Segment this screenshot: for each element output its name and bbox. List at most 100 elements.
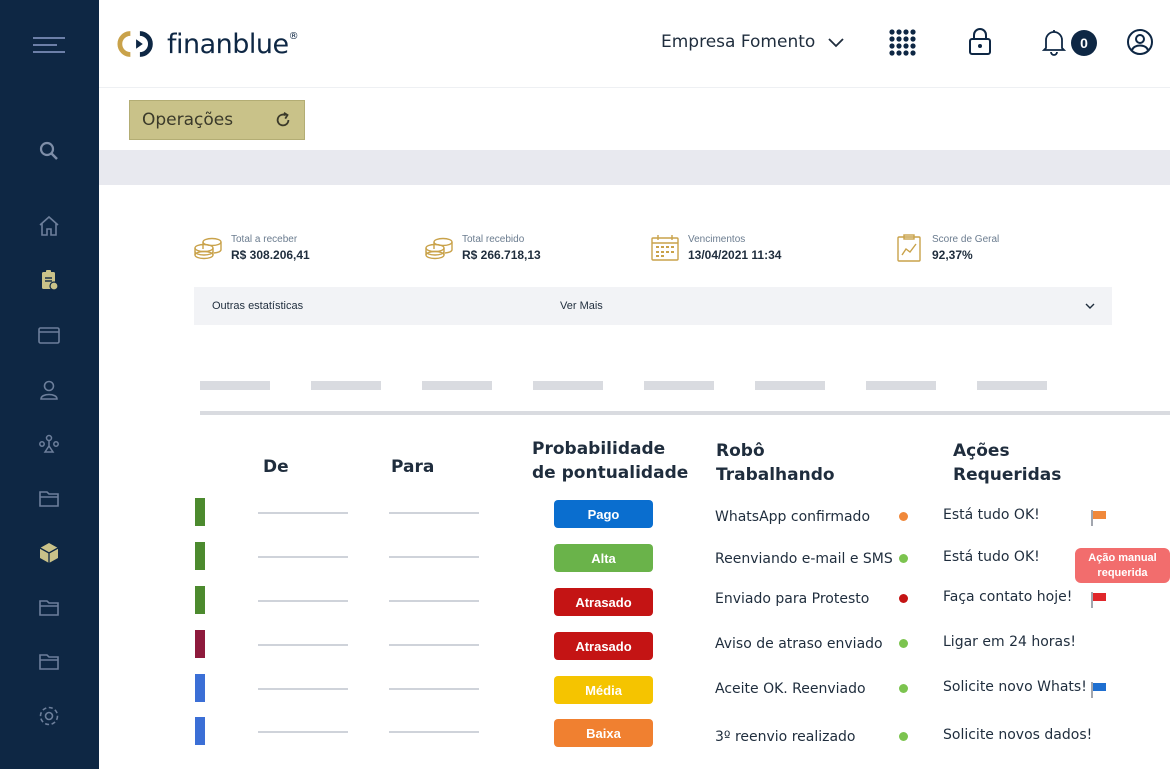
manual-action-tooltip: Ação manual requerida bbox=[1075, 548, 1170, 583]
user-icon[interactable] bbox=[36, 377, 62, 403]
robot-status-text: Reenviando e-mail e SMS bbox=[715, 551, 893, 567]
probability-badge: Atrasado bbox=[554, 632, 653, 660]
tooltip-line1: Ação manual bbox=[1088, 552, 1157, 564]
column-header-probability-line1: Probabilidade bbox=[532, 439, 666, 459]
flag-icon[interactable] bbox=[1090, 681, 1108, 699]
required-action-text: Solicite novos dados! bbox=[943, 727, 1093, 743]
robot-status-text: WhatsApp confirmado bbox=[715, 509, 871, 525]
required-action-text: Faça contato hoje! bbox=[943, 589, 1073, 605]
probability-badge: Alta bbox=[554, 544, 653, 572]
box-icon[interactable] bbox=[36, 540, 62, 566]
to-placeholder bbox=[389, 688, 479, 690]
to-placeholder bbox=[389, 644, 479, 646]
from-placeholder bbox=[258, 731, 348, 733]
robot-status-text: Aceite OK. Reenviado bbox=[715, 681, 866, 697]
profile-icon[interactable] bbox=[1125, 27, 1155, 57]
from-placeholder bbox=[258, 644, 348, 646]
column-header-actions-line1: Ações bbox=[953, 441, 1010, 461]
probability-badge: Baixa bbox=[554, 719, 653, 747]
row-status-bar bbox=[195, 717, 205, 745]
status-dot bbox=[899, 684, 908, 693]
tab-placeholder[interactable] bbox=[977, 381, 1047, 390]
coins-icon bbox=[194, 237, 222, 260]
folder-archive-icon[interactable] bbox=[36, 648, 62, 674]
flag-icon[interactable] bbox=[1090, 509, 1108, 527]
stat-value: R$ 266.718,13 bbox=[462, 248, 541, 262]
required-action-text: Solicite novo Whats! bbox=[943, 679, 1087, 695]
status-dot bbox=[899, 554, 908, 563]
tab-placeholder[interactable] bbox=[533, 381, 603, 390]
header: finanblue® Empresa Fomento 0 bbox=[99, 0, 1170, 88]
column-header-to: Para bbox=[391, 457, 435, 477]
company-selector[interactable]: Empresa Fomento bbox=[661, 32, 845, 52]
tab-placeholder[interactable] bbox=[422, 381, 492, 390]
robot-status-text: 3º reenvio realizado bbox=[715, 729, 856, 745]
folder-files-icon[interactable] bbox=[36, 594, 62, 620]
wallet-icon[interactable] bbox=[36, 322, 62, 348]
logo[interactable]: finanblue® bbox=[117, 22, 299, 66]
sidebar bbox=[0, 0, 99, 769]
flag-icon[interactable] bbox=[1090, 591, 1108, 609]
settings-icon[interactable] bbox=[36, 703, 62, 729]
bell-icon[interactable] bbox=[1039, 27, 1069, 57]
operations-button[interactable]: Operações bbox=[129, 100, 305, 140]
row-status-bar bbox=[195, 498, 205, 526]
probability-badge: Média bbox=[554, 676, 653, 704]
other-stats-bar[interactable]: Outras estatísticas Ver Mais bbox=[194, 287, 1112, 325]
required-action-text: Está tudo OK! bbox=[943, 507, 1040, 523]
tab-placeholder[interactable] bbox=[866, 381, 936, 390]
notification-count-badge[interactable]: 0 bbox=[1071, 30, 1097, 56]
from-placeholder bbox=[258, 600, 348, 602]
tab-placeholder[interactable] bbox=[311, 381, 381, 390]
probability-badge: Pago bbox=[554, 500, 653, 528]
tab-placeholder[interactable] bbox=[755, 381, 825, 390]
stat-label: Vencimentos bbox=[688, 234, 746, 245]
required-action-text: Está tudo OK! bbox=[943, 549, 1040, 565]
row-status-bar bbox=[195, 586, 205, 614]
probability-badge: Atrasado bbox=[554, 588, 653, 616]
status-dot bbox=[899, 512, 908, 521]
tab-placeholder[interactable] bbox=[644, 381, 714, 390]
column-header-actions: Ações Requeridas bbox=[953, 439, 1061, 487]
calendar-icon bbox=[651, 235, 679, 261]
robot-status-text: Enviado para Protesto bbox=[715, 591, 870, 607]
column-header-actions-line2: Requeridas bbox=[953, 465, 1062, 485]
menu-icon[interactable] bbox=[33, 32, 65, 58]
app: finanblue® Empresa Fomento 0 Operações T… bbox=[0, 0, 1170, 769]
status-dot bbox=[899, 732, 908, 741]
stat-label: Total a receber bbox=[231, 234, 298, 245]
column-header-robot-line2: Trabalhando bbox=[716, 465, 835, 485]
chevron-down-icon[interactable] bbox=[1084, 300, 1096, 312]
stat-label: Total recebido bbox=[462, 234, 525, 245]
tab-placeholder[interactable] bbox=[200, 381, 270, 390]
network-icon[interactable] bbox=[36, 431, 62, 457]
stat-value: R$ 308.206,41 bbox=[231, 248, 310, 262]
clipboard-icon[interactable] bbox=[36, 267, 62, 293]
stat-due-dates: Vencimentos 13/04/2021 11:34 bbox=[650, 233, 781, 263]
tabs-underline bbox=[200, 411, 1170, 415]
row-status-bar bbox=[195, 630, 205, 658]
chevron-down-icon bbox=[828, 38, 844, 48]
stat-value: 92,37% bbox=[932, 248, 973, 262]
to-placeholder bbox=[389, 600, 479, 602]
required-action-text: Ligar em 24 horas! bbox=[943, 634, 1077, 650]
home-icon[interactable] bbox=[36, 213, 62, 239]
column-header-robot: Robô Trabalhando bbox=[716, 439, 835, 487]
stat-total-to-receive: Total a receber R$ 308.206,41 bbox=[193, 233, 310, 263]
stat-total-received: Total recebido R$ 266.718,13 bbox=[424, 233, 541, 263]
logo-mark-icon bbox=[117, 31, 153, 57]
chart-clipboard-icon bbox=[897, 234, 921, 262]
folder-icon[interactable] bbox=[36, 485, 62, 511]
apps-grid-icon[interactable] bbox=[887, 27, 917, 57]
stat-value: 13/04/2021 11:34 bbox=[688, 248, 782, 262]
status-dot bbox=[899, 639, 908, 648]
column-header-probability-line2: de pontualidade bbox=[532, 463, 689, 483]
see-more-link[interactable]: Ver Mais bbox=[560, 300, 603, 312]
company-name: Empresa Fomento bbox=[661, 32, 816, 52]
column-header-probability: Probabilidade de pontualidade bbox=[532, 437, 688, 485]
stat-overall-score: Score de Geral 92,37% bbox=[894, 233, 999, 263]
from-placeholder bbox=[258, 512, 348, 514]
lock-icon[interactable] bbox=[965, 27, 995, 57]
search-icon[interactable] bbox=[36, 138, 62, 164]
refresh-icon[interactable] bbox=[274, 111, 292, 129]
